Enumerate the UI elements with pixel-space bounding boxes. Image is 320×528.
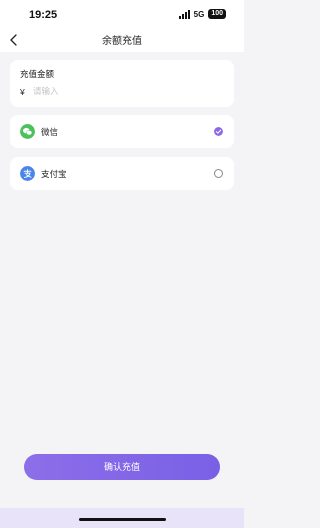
status-bar: 19:25 5G 100: [0, 0, 244, 28]
radio-unselected-icon[interactable]: [214, 169, 223, 178]
page-title: 余额充值: [102, 36, 142, 47]
network-type: 5G: [193, 9, 205, 19]
alipay-label: 支付宝: [41, 169, 67, 179]
amount-card: 充值金额 ¥: [10, 60, 234, 107]
amount-label: 充值金额: [20, 69, 55, 79]
amount-input[interactable]: [33, 84, 213, 98]
check-circle-icon[interactable]: [214, 127, 223, 136]
status-time: 19:25: [29, 9, 58, 21]
nav-bar: 余额充值: [0, 28, 244, 52]
battery-icon: 100: [208, 9, 226, 19]
payment-option-wechat[interactable]: 微信: [10, 115, 234, 148]
status-indicators: 5G 100: [178, 9, 226, 19]
wechat-icon: [20, 124, 35, 139]
currency-symbol: ¥: [20, 87, 25, 97]
wechat-label: 微信: [41, 127, 59, 137]
signal-icon: [178, 9, 190, 19]
payment-option-alipay[interactable]: 支付宝: [10, 157, 234, 190]
confirm-recharge-button[interactable]: 确认充值: [24, 454, 220, 480]
home-indicator: [79, 518, 166, 521]
alipay-icon: [20, 166, 35, 181]
